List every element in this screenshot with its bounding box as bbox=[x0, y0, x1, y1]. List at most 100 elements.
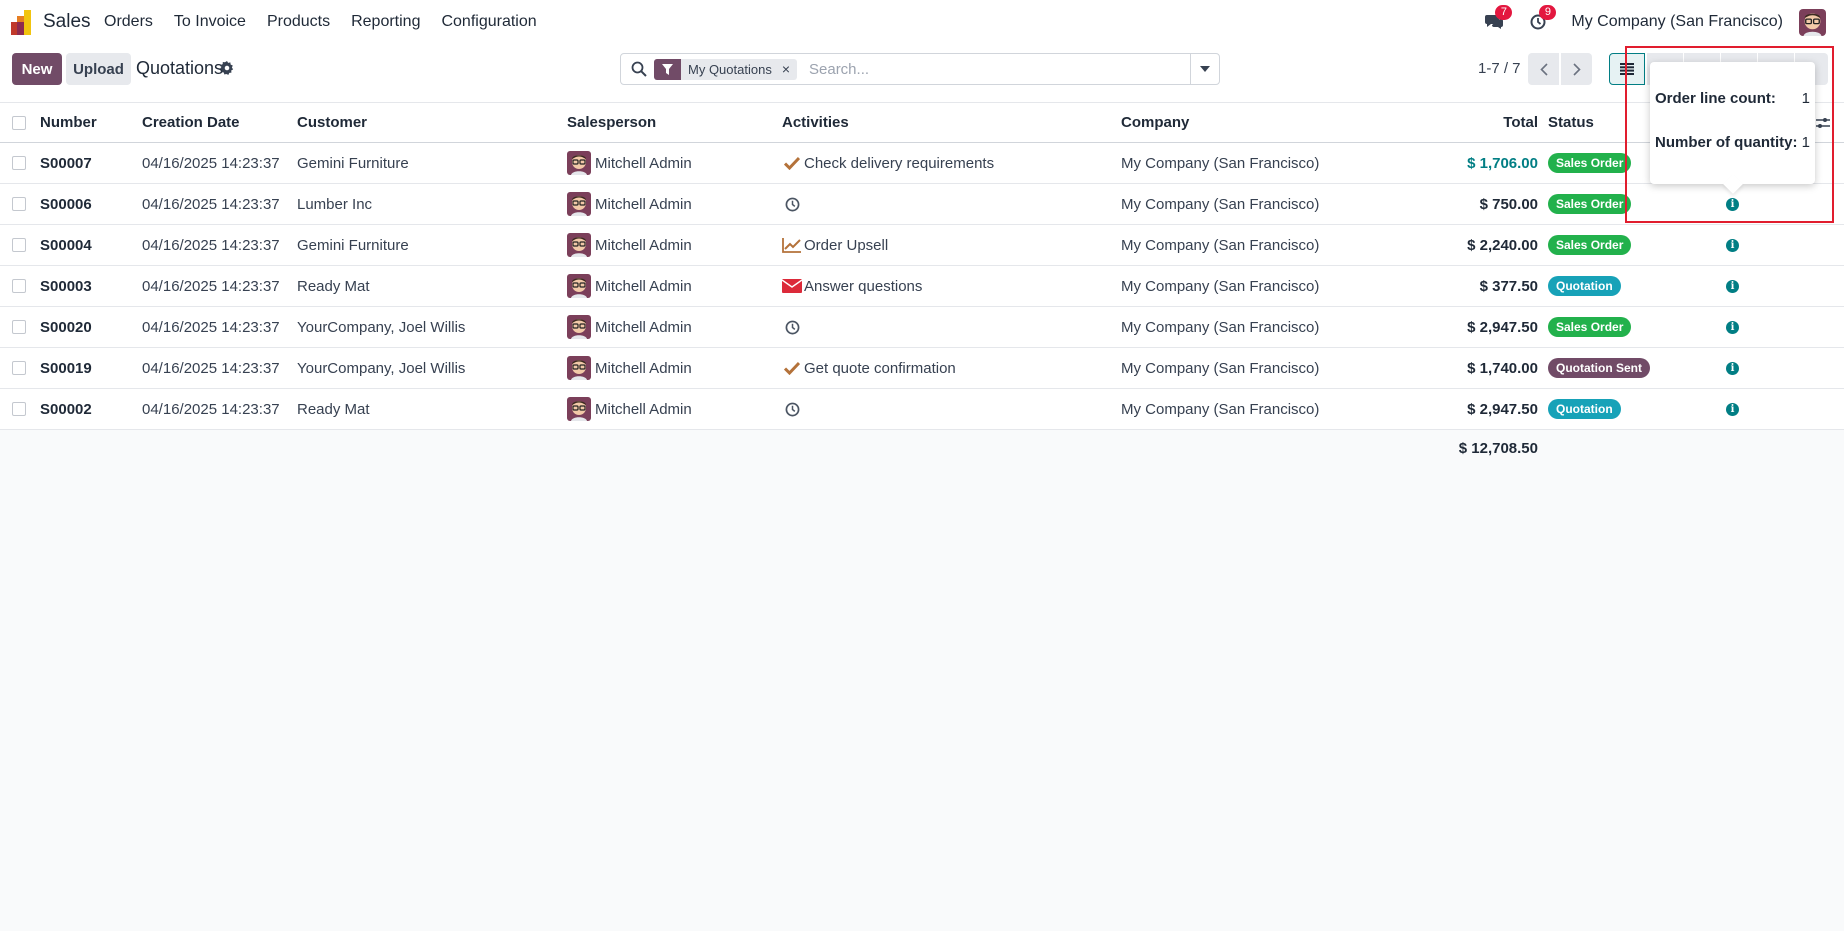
creation-date: 04/16/2025 14:23:37 bbox=[142, 154, 280, 172]
company-name: My Company (San Francisco) bbox=[1121, 400, 1320, 418]
table-row[interactable]: S00004 04/16/2025 14:23:37 Gemini Furnitur… bbox=[0, 225, 1844, 266]
pager-previous-button[interactable] bbox=[1528, 53, 1559, 85]
envelope-icon[interactable] bbox=[782, 277, 802, 295]
salesperson-cell[interactable]: Mitchell Admin bbox=[567, 307, 692, 347]
salesperson-cell[interactable]: Mitchell Admin bbox=[567, 266, 692, 306]
column-number[interactable]: Number bbox=[40, 103, 97, 142]
order-number: S00020 bbox=[40, 318, 92, 336]
quantity-label: Number of quantity: bbox=[1655, 134, 1798, 151]
table-header: Number Creation Date Customer Salesperso… bbox=[0, 103, 1844, 143]
activity-summary: Get quote confirmation bbox=[804, 359, 956, 377]
order-number: S00004 bbox=[40, 236, 92, 254]
column-creation-date[interactable]: Creation Date bbox=[142, 103, 240, 142]
salesperson-avatar bbox=[567, 151, 591, 175]
column-total[interactable]: Total bbox=[1503, 103, 1538, 142]
salesperson-cell[interactable]: Mitchell Admin bbox=[567, 389, 692, 429]
status-badge: Sales Order bbox=[1548, 235, 1632, 255]
company-switcher[interactable]: My Company (San Francisco) bbox=[1571, 13, 1783, 31]
facet-remove-icon[interactable]: × bbox=[782, 59, 797, 80]
activity-cell[interactable]: Check delivery requirements bbox=[782, 143, 994, 183]
activity-cell[interactable] bbox=[782, 307, 804, 347]
status-cell: Quotation bbox=[1548, 389, 1621, 429]
menu-to-invoice[interactable]: To Invoice bbox=[174, 13, 246, 31]
row-checkbox[interactable] bbox=[12, 307, 26, 347]
menu-orders[interactable]: Orders bbox=[104, 13, 153, 31]
order-info-button[interactable]: i bbox=[1726, 225, 1739, 265]
clock-icon[interactable] bbox=[782, 195, 802, 213]
messaging-button[interactable]: 7 bbox=[1483, 5, 1513, 33]
order-info-button[interactable]: i bbox=[1726, 266, 1739, 306]
row-checkbox[interactable] bbox=[12, 184, 26, 224]
activity-cell[interactable] bbox=[782, 389, 804, 429]
salesperson-cell[interactable]: Mitchell Admin bbox=[567, 348, 692, 388]
salesperson-avatar bbox=[567, 233, 591, 257]
menu-products[interactable]: Products bbox=[267, 13, 330, 31]
order-info-button[interactable]: i bbox=[1726, 389, 1739, 429]
column-status[interactable]: Status bbox=[1548, 103, 1594, 142]
order-info-button[interactable]: i bbox=[1726, 348, 1739, 388]
salesperson-avatar bbox=[567, 192, 591, 216]
row-checkbox[interactable] bbox=[12, 348, 26, 388]
grand-total: $ 12,708.50 bbox=[1458, 440, 1538, 457]
table-row[interactable]: S00019 04/16/2025 14:23:37 YourCompany, Jo… bbox=[0, 348, 1844, 389]
activity-cell[interactable]: Get quote confirmation bbox=[782, 348, 956, 388]
customer-name: Ready Mat bbox=[297, 400, 370, 418]
column-customer[interactable]: Customer bbox=[297, 103, 367, 142]
activities-button[interactable]: 9 bbox=[1527, 5, 1557, 33]
upload-button[interactable]: Upload bbox=[66, 53, 131, 85]
order-total: $ 2,947.50 bbox=[1467, 400, 1538, 418]
order-info-button[interactable]: i bbox=[1726, 307, 1739, 347]
clock-icon[interactable] bbox=[782, 400, 802, 418]
gear-icon[interactable] bbox=[220, 61, 234, 75]
column-salesperson[interactable]: Salesperson bbox=[567, 103, 656, 142]
optional-columns-toggle[interactable] bbox=[1816, 103, 1830, 142]
company-name: My Company (San Francisco) bbox=[1121, 195, 1320, 213]
search-icon[interactable] bbox=[631, 61, 647, 77]
table-row[interactable]: S00003 04/16/2025 14:23:37 Ready Mat Mitche… bbox=[0, 266, 1844, 307]
clock-icon[interactable] bbox=[782, 318, 802, 336]
messages-count-badge: 7 bbox=[1495, 5, 1513, 20]
popover-quantity-row: Number of quantity: 1 bbox=[1655, 134, 1810, 151]
app-name[interactable]: Sales bbox=[43, 11, 91, 33]
table-row[interactable]: S00007 04/16/2025 14:23:37 Gemini Furnitur… bbox=[0, 143, 1844, 184]
table-row[interactable]: S00020 04/16/2025 14:23:37 YourCompany, Jo… bbox=[0, 307, 1844, 348]
chart-line-icon[interactable] bbox=[782, 236, 802, 254]
column-activities[interactable]: Activities bbox=[782, 103, 849, 142]
check-icon[interactable] bbox=[782, 154, 802, 172]
order-total: $ 2,947.50 bbox=[1467, 318, 1538, 336]
order-info-popover: Order line count: 1 Number of quantity: … bbox=[1650, 62, 1815, 194]
row-checkbox[interactable] bbox=[12, 389, 26, 429]
facet-label: My Quotations bbox=[688, 62, 772, 77]
sales-app-logo-icon[interactable] bbox=[11, 9, 33, 35]
check-icon[interactable] bbox=[782, 359, 802, 377]
row-checkbox[interactable] bbox=[12, 225, 26, 265]
search-options-toggle[interactable] bbox=[1190, 54, 1219, 84]
pager-value[interactable]: 1-7 / 7 bbox=[1478, 60, 1521, 77]
list-view-button[interactable] bbox=[1609, 53, 1645, 85]
salesperson-cell[interactable]: Mitchell Admin bbox=[567, 225, 692, 265]
pager-next-button[interactable] bbox=[1561, 53, 1592, 85]
status-badge: Sales Order bbox=[1548, 194, 1632, 214]
column-company[interactable]: Company bbox=[1121, 103, 1189, 142]
activity-cell[interactable]: Answer questions bbox=[782, 266, 922, 306]
new-button[interactable]: New bbox=[12, 53, 62, 85]
order-number: S00007 bbox=[40, 154, 92, 172]
activity-cell[interactable]: Order Upsell bbox=[782, 225, 888, 265]
user-avatar[interactable] bbox=[1799, 8, 1826, 36]
menu-reporting[interactable]: Reporting bbox=[351, 13, 420, 31]
activity-cell[interactable] bbox=[782, 184, 804, 224]
row-checkbox[interactable] bbox=[12, 143, 26, 183]
select-all-checkbox[interactable] bbox=[12, 103, 26, 142]
table-row[interactable]: S00002 04/16/2025 14:23:37 Ready Mat Mitche… bbox=[0, 389, 1844, 430]
salesperson-cell[interactable]: Mitchell Admin bbox=[567, 184, 692, 224]
company-name: My Company (San Francisco) bbox=[1121, 318, 1320, 336]
customer-name: Lumber Inc bbox=[297, 195, 373, 213]
menu-configuration[interactable]: Configuration bbox=[441, 13, 536, 31]
table-row[interactable]: S00006 04/16/2025 14:23:37 Lumber Inc Mitch… bbox=[0, 184, 1844, 225]
salesperson-cell[interactable]: Mitchell Admin bbox=[567, 143, 692, 183]
status-badge: Quotation Sent bbox=[1548, 358, 1650, 378]
row-checkbox[interactable] bbox=[12, 266, 26, 306]
activity-summary: Order Upsell bbox=[804, 236, 889, 254]
search-input[interactable] bbox=[809, 59, 1169, 79]
activity-summary: Answer questions bbox=[804, 277, 923, 295]
